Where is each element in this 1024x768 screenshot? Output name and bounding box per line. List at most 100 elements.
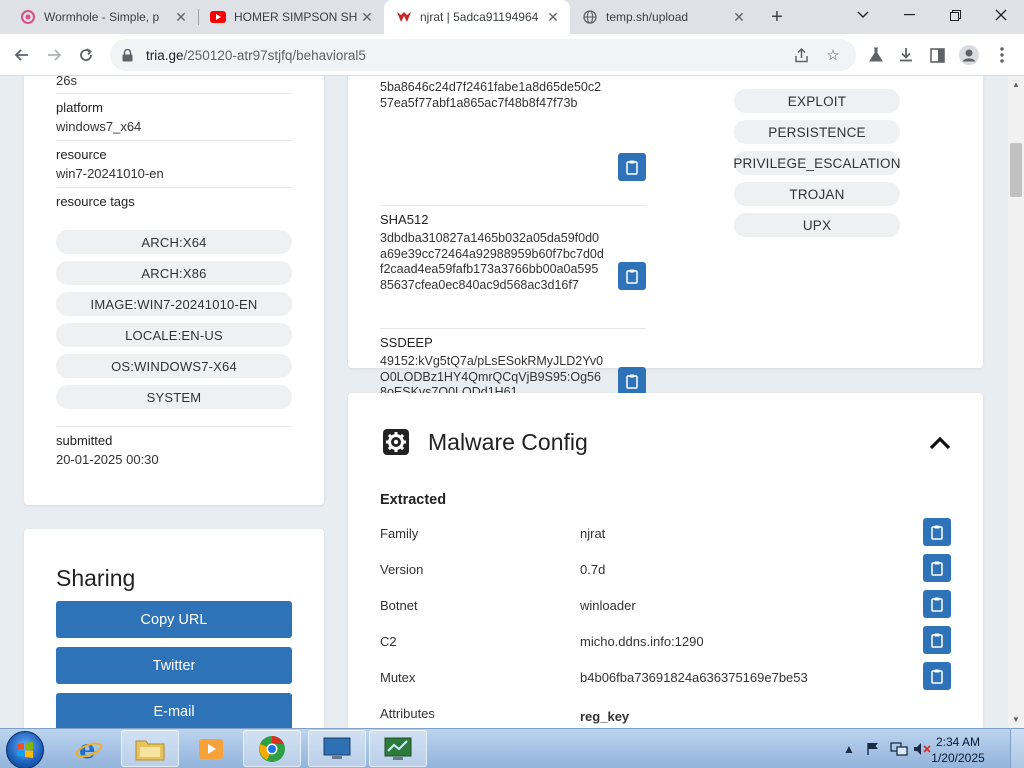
resource-tags-label: resource tags <box>56 194 135 209</box>
flag-icon[interactable] <box>864 729 882 768</box>
signature-tag[interactable]: PRIVILEGE_ESCALATION <box>733 151 900 175</box>
close-icon[interactable]: ✕ <box>544 8 562 26</box>
copy-version-button[interactable] <box>923 554 951 582</box>
collapse-chevron-icon[interactable] <box>928 431 952 455</box>
taskbar-chrome[interactable] <box>243 730 301 767</box>
volume-muted-icon[interactable] <box>912 729 932 768</box>
sharing-card: Sharing Copy URL Twitter E-mail <box>24 529 324 728</box>
clipboard-icon <box>626 269 638 284</box>
clipboard-icon <box>931 597 943 612</box>
reload-icon[interactable] <box>72 41 100 69</box>
signature-tag[interactable]: UPX <box>734 213 900 237</box>
tab-title: njrat | 5adca91194964 <box>420 10 539 24</box>
restore-icon[interactable] <box>932 0 978 30</box>
taskbar-network-tool[interactable] <box>369 730 427 767</box>
resource-tag[interactable]: ARCH:X64 <box>56 230 292 254</box>
resource-tag[interactable]: IMAGE:WIN7-20241010-EN <box>56 292 292 316</box>
taskbar-media-player[interactable] <box>182 730 240 767</box>
taskbar-internet-explorer[interactable]: e <box>60 730 118 767</box>
back-arrow-icon[interactable] <box>8 41 36 69</box>
resource-tag[interactable]: SYSTEM <box>56 385 292 409</box>
address-bar[interactable]: tria.ge/250120-atr97stjfq/behavioral5 ☆ <box>110 39 856 71</box>
show-hidden-icons[interactable]: ▲ <box>842 729 856 768</box>
bookmark-star-icon[interactable]: ☆ <box>824 46 842 64</box>
copy-family-button[interactable] <box>923 518 951 546</box>
side-panel-icon[interactable] <box>923 41 951 69</box>
tab-homer-simpson[interactable]: HOMER SIMPSON SH ✕ <box>198 0 384 34</box>
config-value-version: 0.7d <box>580 562 606 577</box>
tab-njrat[interactable]: njrat | 5adca91194964 ✕ <box>384 0 570 34</box>
browser-tab-bar: Wormhole - Simple, p ✕ HOMER SIMPSON SH … <box>0 0 1024 34</box>
youtube-icon <box>210 9 226 25</box>
clipboard-icon <box>626 160 638 175</box>
config-value-attributes: reg_key <box>580 709 630 724</box>
copy-sha512-button[interactable] <box>618 262 646 290</box>
clipboard-icon <box>931 561 943 576</box>
url-path: /250120-atr97stjfq/behavioral5 <box>183 47 366 63</box>
resource-value: win7-20241010-en <box>56 166 164 181</box>
download-icon[interactable] <box>892 41 920 69</box>
scroll-up-icon[interactable]: ▲ <box>1008 77 1024 91</box>
extension-flask-icon[interactable] <box>862 41 890 69</box>
sample-info-card: 26s platform windows7_x64 resource win7-… <box>24 76 324 505</box>
signature-tag[interactable]: TROJAN <box>734 182 900 206</box>
network-icon[interactable] <box>888 729 910 768</box>
config-key-attributes: Attributes <box>380 706 435 721</box>
email-button[interactable]: E-mail <box>56 693 292 728</box>
internet-explorer-icon: e <box>75 735 103 763</box>
scrollbar-thumb[interactable] <box>1010 143 1022 197</box>
triage-icon <box>396 9 412 25</box>
copy-mutex-button[interactable] <box>923 662 951 690</box>
forward-arrow-icon[interactable] <box>40 41 68 69</box>
new-tab-button[interactable]: + <box>764 5 790 29</box>
copy-c2-button[interactable] <box>923 626 951 654</box>
resource-tag[interactable]: OS:WINDOWS7-X64 <box>56 354 292 378</box>
submitted-label: submitted <box>56 433 113 448</box>
taskbar-file-explorer[interactable] <box>121 730 179 767</box>
copy-sha256-button[interactable] <box>618 153 646 181</box>
clipboard-icon <box>931 525 943 540</box>
tab-temp-sh[interactable]: temp.sh/upload ✕ <box>570 0 756 34</box>
sha256-value: 5ba8646c24d7f2461fabe1a8d65de50c257ea5f7… <box>380 80 602 110</box>
sha512-label: SHA512 <box>380 212 429 227</box>
menu-kebab-icon[interactable] <box>988 41 1016 69</box>
close-icon[interactable]: ✕ <box>172 8 190 26</box>
show-desktop-button[interactable] <box>1010 729 1024 768</box>
resource-tag[interactable]: ARCH:X86 <box>56 261 292 285</box>
lock-icon[interactable] <box>122 48 136 62</box>
hashes-card: 5ba8646c24d7f2461fabe1a8d65de50c257ea5f7… <box>348 76 983 399</box>
close-window-icon[interactable] <box>978 0 1024 30</box>
signature-tag[interactable]: EXPLOIT <box>734 89 900 113</box>
clock-time: 2:34 AM <box>935 735 981 749</box>
page-viewport: 26s platform windows7_x64 resource win7-… <box>0 76 1008 728</box>
close-icon[interactable]: ✕ <box>730 8 748 26</box>
tab-search-icon[interactable] <box>840 0 886 30</box>
wormhole-icon <box>20 9 36 25</box>
ssdeep-label: SSDEEP <box>380 335 433 350</box>
config-value-family: njrat <box>580 526 606 541</box>
resource-tag[interactable]: LOCALE:EN-US <box>56 323 292 347</box>
malware-config-card: Malware Config Extracted Family njrat Ve… <box>348 393 983 728</box>
profile-avatar-icon[interactable] <box>955 41 983 69</box>
minimize-icon[interactable] <box>886 0 932 30</box>
start-button[interactable] <box>6 731 44 768</box>
copy-url-button[interactable]: Copy URL <box>56 601 292 638</box>
copy-ssdeep-button[interactable] <box>618 367 646 395</box>
taskbar-clock[interactable]: 2:34 AM 1/20/2025 <box>930 734 986 766</box>
scroll-down-icon[interactable]: ▼ <box>1008 712 1024 726</box>
resource-label: resource <box>56 147 107 162</box>
taskbar-remote-desktop[interactable] <box>308 730 366 767</box>
signature-tag[interactable]: PERSISTENCE <box>734 120 900 144</box>
gear-icon <box>383 429 409 455</box>
folder-icon <box>135 740 165 760</box>
browser-toolbar: tria.ge/250120-atr97stjfq/behavioral5 ☆ <box>0 34 1024 76</box>
url-domain: tria.ge <box>146 47 184 63</box>
share-icon[interactable] <box>792 46 810 64</box>
malware-config-title: Malware Config <box>428 429 588 455</box>
twitter-button[interactable]: Twitter <box>56 647 292 684</box>
tab-wormhole[interactable]: Wormhole - Simple, p ✕ <box>8 0 198 34</box>
monitor-icon <box>323 737 351 759</box>
copy-botnet-button[interactable] <box>923 590 951 618</box>
clipboard-icon <box>626 374 638 389</box>
close-icon[interactable]: ✕ <box>358 8 376 26</box>
